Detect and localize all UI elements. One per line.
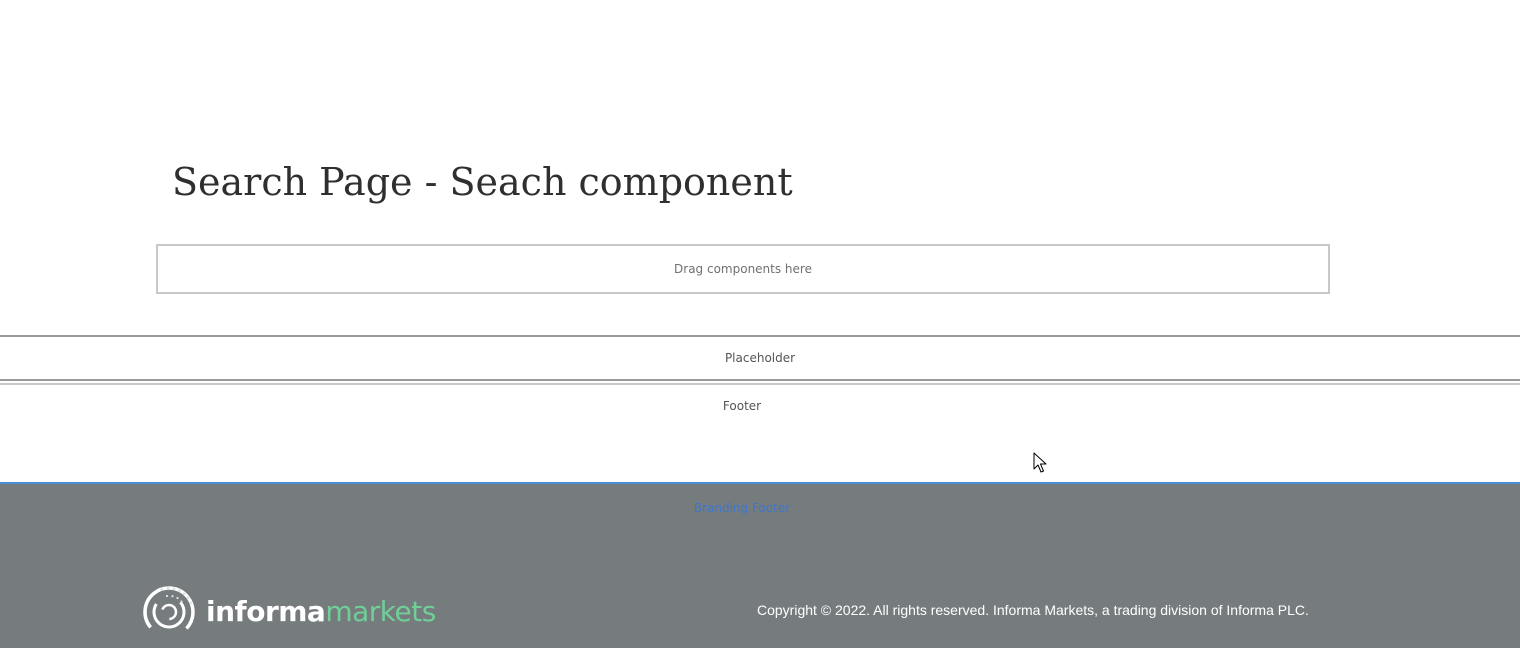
copyright-text: Copyright © 2022. All rights reserved. I…	[757, 602, 1309, 618]
footer-label: Footer	[722, 399, 762, 413]
placeholder-container[interactable]: Placeholder	[0, 335, 1520, 381]
page-title: Search Page - Seach component	[172, 160, 793, 204]
mouse-pointer-icon	[1033, 452, 1047, 473]
branding-footer: Branding Footer informamarkets Copyright…	[0, 482, 1520, 648]
logo-word-informa: informa	[206, 595, 326, 628]
branding-footer-label[interactable]: Branding Footer	[0, 501, 1484, 515]
informa-markets-logo[interactable]: informamarkets	[142, 585, 436, 639]
footer-container[interactable]: Footer	[0, 383, 1520, 482]
dropzone-label: Drag components here	[674, 262, 812, 276]
logo-word-markets: markets	[325, 595, 436, 628]
logo-wordmark: informamarkets	[206, 596, 436, 628]
drag-components-dropzone[interactable]: Drag components here	[156, 244, 1330, 294]
placeholder-label: Placeholder	[724, 351, 796, 365]
informa-ring-logo-icon	[143, 586, 195, 638]
